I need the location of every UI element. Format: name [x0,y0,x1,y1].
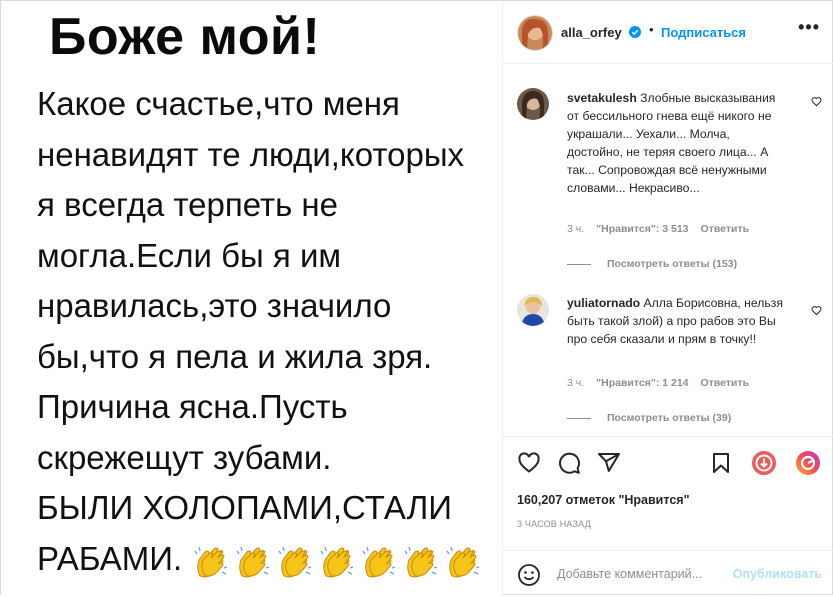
comment-icon[interactable] [557,451,581,475]
clapping-hands-icon [404,546,438,578]
heart-icon[interactable] [517,451,541,475]
post-time: 3 ЧАСОВ НАЗАД [517,519,591,529]
download-icon[interactable] [751,450,777,476]
reply-button[interactable]: Ответить [701,377,750,389]
bookmark-icon[interactable] [709,451,733,475]
post-line: нравилась,это значило [37,287,392,324]
post-line: скрежещут зубами. [37,438,332,476]
replies-divider [567,263,591,265]
view-replies-button[interactable]: Посмотреть ответы (39) [567,412,731,424]
instagram-post-window: Боже мой! Какое счастье,что меня ненавид… [0,0,833,596]
comment-time: 3 ч. [567,377,585,389]
post-line: бы,что я пела и жила зря. [37,337,433,375]
comment-meta: 3 ч. "Нравится": 1 214 Ответить [567,377,761,389]
post-side-panel: alla_orfey • Подписаться ••• svetakulesh… [503,1,833,596]
post-line: я всегда терпеть не [37,186,339,223]
view-replies-button[interactable]: Посмотреть ответы (153) [567,258,737,270]
post-header: alla_orfey • Подписаться ••• [503,1,833,64]
view-replies-label: Посмотреть ответы (39) [607,412,732,424]
comment-username[interactable]: yuliatornado [567,296,640,310]
avatar[interactable] [517,294,549,326]
clapping-hands-icon [236,546,270,578]
avatar[interactable] [517,88,549,120]
post-line: Причина ясна.Пусть [37,388,348,425]
comment-body: Злобные высказывания от бессильного гнев… [567,91,776,195]
separator-dot: • [649,22,654,37]
emoji-icon[interactable] [517,563,541,587]
post-line: ненавидят те люди,которых [37,135,465,173]
comment-input[interactable] [557,563,727,585]
share-icon[interactable] [597,451,621,475]
comment-likes[interactable]: "Нравится": 1 214 [596,377,688,389]
comment-likes[interactable]: "Нравится": 3 513 [596,223,688,235]
post-last-line: РАБАМИ. [37,534,499,587]
like-comment-heart-icon[interactable] [811,305,822,316]
clapping-hands-icon [320,546,354,578]
post-line-text: РАБАМИ. [37,539,183,577]
verified-badge-icon [629,26,641,38]
post-actions: 160,207 отметок "Нравится" 3 ЧАСОВ НАЗАД [503,436,833,537]
comment-text: yuliatornado Алла Борисовна, нельзя быть… [567,294,787,348]
clapping-hands-icon [362,546,396,578]
likes-count[interactable]: 160,207 отметок "Нравится" [517,493,690,507]
clapping-hands-icon [278,546,312,578]
comment-text: svetakulesh Злобные высказывания от бесс… [567,89,787,197]
avatar[interactable] [517,15,553,51]
clapping-hands-row [186,536,480,587]
view-replies-label: Посмотреть ответы (153) [607,258,738,270]
follow-button[interactable]: Подписаться [661,25,746,40]
add-comment-bar: Опубликовать [503,550,833,597]
post-image: Боже мой! Какое счастье,что меня ненавид… [1,1,503,596]
post-author-username[interactable]: alla_orfey [561,25,622,40]
more-options-icon[interactable]: ••• [798,17,820,38]
reels-icon[interactable] [795,450,821,476]
comment-meta: 3 ч. "Нравится": 3 513 Ответить [567,223,761,235]
publish-button[interactable]: Опубликовать [733,567,822,581]
comment-username[interactable]: svetakulesh [567,91,637,105]
post-title: Боже мой! [49,8,321,66]
post-line: Какое счастье,что меня [37,85,400,122]
clapping-hands-icon [194,546,228,578]
reply-button[interactable]: Ответить [701,223,750,235]
post-line: могла.Если бы я им [37,236,342,274]
clapping-hands-icon [446,546,480,578]
replies-divider [567,417,591,419]
comment-time: 3 ч. [567,223,585,235]
like-comment-heart-icon[interactable] [811,96,822,107]
post-body: Какое счастье,что меня ненавидят те люди… [37,79,499,586]
post-line: БЫЛИ ХОЛОПАМИ,СТАЛИ [37,489,452,526]
